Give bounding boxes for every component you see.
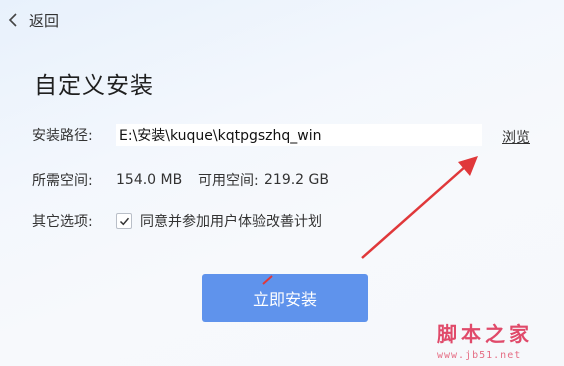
required-space-label: 所需空间: (32, 173, 93, 189)
available-space-value: 219.2 GB (264, 172, 329, 188)
arrow-head (458, 156, 478, 176)
back-button[interactable]: 返回 (8, 9, 59, 31)
available-space-label: 可用空间: (198, 173, 259, 189)
watermark-logo: 脚本之家 (437, 322, 533, 346)
space-row: 所需空间: 154.0 MB 可用空间: 219.2 GB (32, 170, 346, 190)
chevron-left-icon (8, 13, 17, 27)
install-path-row: 安装路径: (32, 124, 482, 146)
options-row: 其它选项: 同意并参加用户体验改善计划 (32, 211, 322, 231)
browse-link[interactable]: 浏览 (502, 127, 530, 147)
back-label: 返回 (29, 11, 60, 30)
checkmark-icon (119, 217, 129, 225)
install-now-button[interactable]: 立即安装 (202, 274, 368, 322)
watermark: 脚本之家 www.jb51.net (437, 318, 557, 361)
install-path-label: 安装路径: (32, 128, 93, 144)
page-title: 自定义安装 (34, 73, 154, 99)
experience-checkbox[interactable] (116, 213, 132, 229)
required-space-value: 154.0 MB (116, 172, 183, 188)
watermark-url: www.jb51.net (437, 350, 522, 361)
experience-checkbox-label[interactable]: 同意并参加用户体验改善计划 (140, 211, 322, 231)
arrow-shaft (361, 165, 467, 259)
options-label: 其它选项: (32, 214, 93, 230)
install-path-input[interactable] (116, 124, 482, 146)
